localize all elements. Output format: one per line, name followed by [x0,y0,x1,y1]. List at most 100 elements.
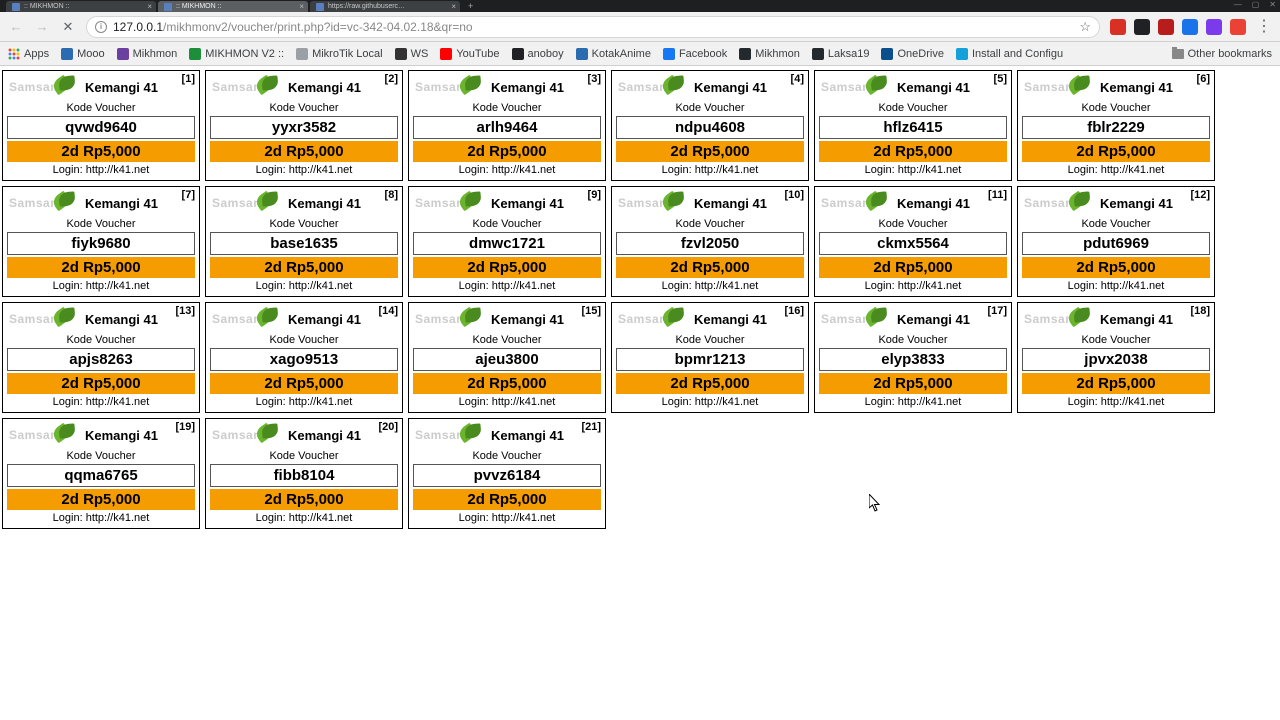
voucher-title: Kemangi 41 [491,196,564,211]
extension-icon[interactable] [1182,19,1198,35]
bookmark-item[interactable]: WS [395,48,429,60]
voucher-code-label: Kode Voucher [7,102,195,114]
address-bar[interactable]: i 127.0.0.1/mikhmonv2/voucher/print.php?… [86,16,1100,38]
voucher-code: elyp3833 [819,348,1007,371]
extension-icon[interactable] [1206,19,1222,35]
voucher-brand-watermark: Samsan [1024,196,1073,210]
voucher-price: 2d Rp5,000 [210,489,398,510]
voucher-login-url: Login: http://k41.net [210,164,398,176]
voucher-code-label: Kode Voucher [1022,218,1210,230]
voucher-brand-watermark: Samsan [618,196,667,210]
extension-icon[interactable] [1134,19,1150,35]
voucher-header: SamsanKemangi 41 [616,74,804,100]
bookmark-label: Mikhmon [755,48,800,60]
bookmark-item[interactable]: YouTube [440,48,499,60]
voucher-title: Kemangi 41 [491,312,564,327]
voucher-code: fzvl2050 [616,232,804,255]
voucher-code-label: Kode Voucher [7,450,195,462]
bookmark-item[interactable]: Mikhmon [739,48,800,60]
voucher-card: [21]SamsanKemangi 41Kode Voucherpvvz6184… [408,418,606,529]
voucher-login-url: Login: http://k41.net [413,396,601,408]
back-button[interactable]: ← [8,19,24,35]
voucher-header: SamsanKemangi 41 [210,422,398,448]
voucher-brand-watermark: Samsan [212,80,261,94]
voucher-login-url: Login: http://k41.net [819,280,1007,292]
tab-favicon-icon [12,3,20,11]
bookmark-item[interactable]: Mikhmon [117,48,178,60]
voucher-card: [17]SamsanKemangi 41Kode Voucherelyp3833… [814,302,1012,413]
forward-button[interactable]: → [34,19,50,35]
voucher-code-label: Kode Voucher [7,218,195,230]
leaf-icon [1068,76,1090,98]
folder-icon [1172,49,1184,59]
browser-tab[interactable]: https://raw.githubuserc…× [310,1,460,12]
voucher-header: SamsanKemangi 41 [210,306,398,332]
voucher-brand-watermark: Samsan [9,312,58,326]
other-bookmarks[interactable]: Other bookmarks [1172,48,1272,60]
bookmark-item[interactable]: MikroTik Local [296,48,383,60]
window-close-button[interactable]: ✕ [1269,0,1276,9]
bookmark-label: KotakAnime [592,48,651,60]
voucher-login-url: Login: http://k41.net [210,396,398,408]
voucher-price: 2d Rp5,000 [7,373,195,394]
tab-close-button[interactable]: × [299,2,304,11]
voucher-header: SamsanKemangi 41 [7,190,195,216]
extension-icon[interactable] [1158,19,1174,35]
browser-tab[interactable]: :: MIKHMON ::× [158,1,308,12]
voucher-card: [7]SamsanKemangi 41Kode Voucherfiyk96802… [2,186,200,297]
voucher-price: 2d Rp5,000 [413,141,601,162]
voucher-code: base1635 [210,232,398,255]
voucher-code-label: Kode Voucher [413,450,601,462]
voucher-code-label: Kode Voucher [210,450,398,462]
tab-close-button[interactable]: × [451,2,456,11]
voucher-code: ndpu4608 [616,116,804,139]
tab-close-button[interactable]: × [147,2,152,11]
bookmark-label: Laksa19 [828,48,870,60]
voucher-brand-watermark: Samsan [9,80,58,94]
bookmark-item[interactable]: Mooo [61,48,105,60]
leaf-icon [53,192,75,214]
bookmark-item[interactable]: Facebook [663,48,727,60]
apps-button[interactable]: Apps [8,48,49,60]
voucher-title: Kemangi 41 [85,196,158,211]
bookmark-item[interactable]: Laksa19 [812,48,870,60]
voucher-header: SamsanKemangi 41 [413,306,601,332]
bookmark-favicon-icon [812,48,824,60]
bookmark-item[interactable]: MIKHMON V2 :: [189,48,284,60]
browser-menu-button[interactable]: ⋮ [1256,19,1272,35]
browser-tab[interactable]: :: MIKHMON ::× [6,1,156,12]
voucher-price: 2d Rp5,000 [7,257,195,278]
extension-icon[interactable] [1230,19,1246,35]
voucher-price: 2d Rp5,000 [616,373,804,394]
voucher-header: SamsanKemangi 41 [616,306,804,332]
site-info-icon[interactable]: i [95,21,107,33]
bookmark-label: Mooo [77,48,105,60]
new-tab-button[interactable]: + [462,1,479,11]
voucher-title: Kemangi 41 [897,196,970,211]
bookmark-item[interactable]: anoboy [512,48,564,60]
reload-button[interactable]: ✕ [60,19,76,35]
leaf-icon [256,76,278,98]
bookmark-item[interactable]: OneDrive [881,48,943,60]
bookmark-star-icon[interactable]: ☆ [1079,19,1091,35]
voucher-card: [2]SamsanKemangi 41Kode Voucheryyxr35822… [205,70,403,181]
voucher-header: SamsanKemangi 41 [1022,74,1210,100]
bookmark-item[interactable]: KotakAnime [576,48,651,60]
voucher-code: pdut6969 [1022,232,1210,255]
extension-icon[interactable] [1110,19,1126,35]
bookmark-favicon-icon [512,48,524,60]
bookmark-item[interactable]: Install and Configu [956,48,1063,60]
window-maximize-button[interactable]: ▢ [1252,0,1260,9]
voucher-title: Kemangi 41 [1100,196,1173,211]
voucher-brand-watermark: Samsan [212,428,261,442]
voucher-code-label: Kode Voucher [210,334,398,346]
voucher-code-label: Kode Voucher [413,218,601,230]
browser-toolbar: ← → ✕ i 127.0.0.1/mikhmonv2/voucher/prin… [0,12,1280,42]
tab-title: :: MIKHMON :: [24,3,70,10]
voucher-login-url: Login: http://k41.net [616,164,804,176]
voucher-brand-watermark: Samsan [415,428,464,442]
voucher-brand-watermark: Samsan [212,196,261,210]
window-minimize-button[interactable]: — [1234,0,1242,9]
voucher-title: Kemangi 41 [1100,312,1173,327]
bookmark-label: Mikhmon [133,48,178,60]
